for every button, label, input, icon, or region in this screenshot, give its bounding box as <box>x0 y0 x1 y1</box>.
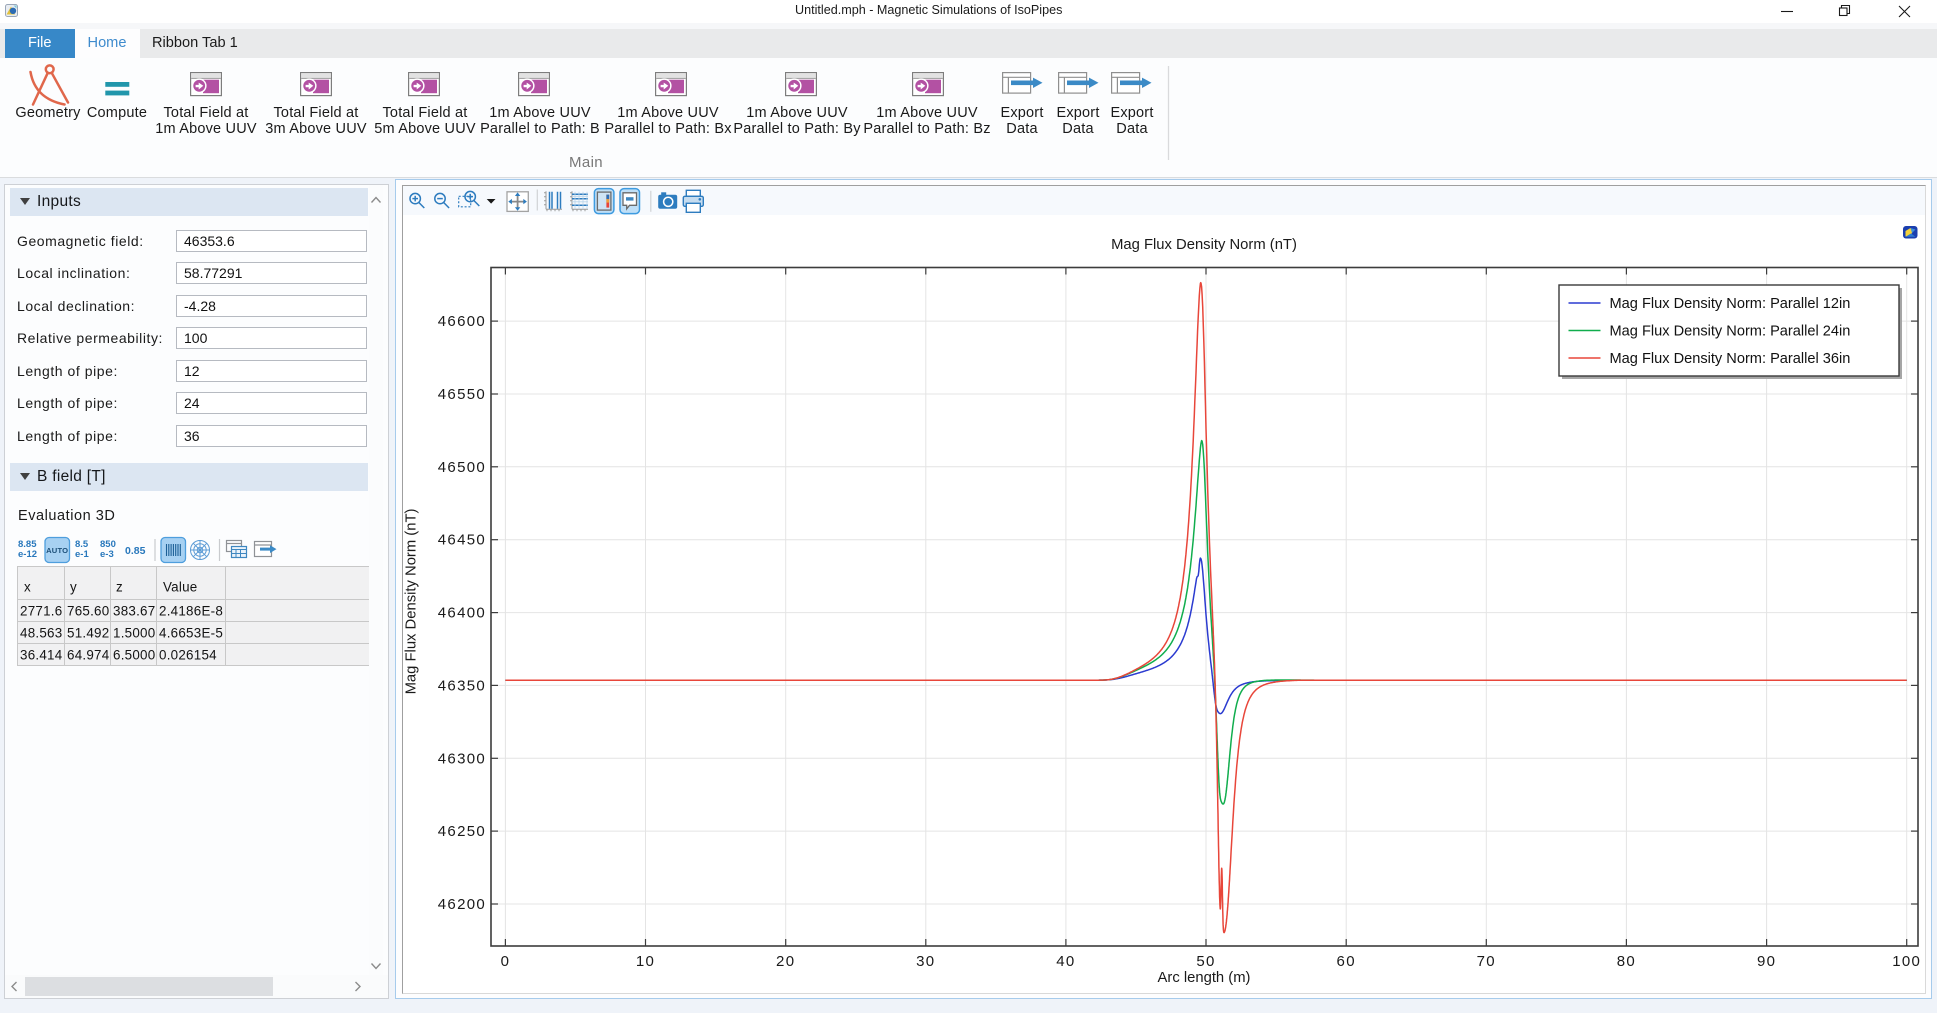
svg-text:70: 70 <box>1477 953 1496 970</box>
svg-text:Mag Flux Density Norm: Paralle: Mag Flux Density Norm: Parallel 24in <box>1610 324 1851 340</box>
svg-text:Mag Flux Density Norm: Paralle: Mag Flux Density Norm: Parallel 12in <box>1610 296 1851 312</box>
svg-text:Mag Flux Density Norm (nT): Mag Flux Density Norm (nT) <box>404 509 420 695</box>
svg-text:46550: 46550 <box>438 386 486 403</box>
svg-text:46450: 46450 <box>438 532 486 549</box>
svg-text:46200: 46200 <box>438 896 486 913</box>
svg-text:0: 0 <box>501 953 511 970</box>
svg-text:10: 10 <box>636 953 655 970</box>
svg-text:40: 40 <box>1056 953 1075 970</box>
svg-text:46350: 46350 <box>438 677 486 694</box>
svg-text:46600: 46600 <box>438 313 486 330</box>
svg-text:46500: 46500 <box>438 459 486 476</box>
svg-text:80: 80 <box>1617 953 1636 970</box>
svg-text:30: 30 <box>916 953 935 970</box>
svg-text:Mag Flux Density Norm: Paralle: Mag Flux Density Norm: Parallel 36in <box>1610 351 1851 367</box>
svg-text:20: 20 <box>776 953 795 970</box>
svg-text:100: 100 <box>1892 953 1921 970</box>
svg-text:46300: 46300 <box>438 750 486 767</box>
svg-text:Mag Flux Density Norm (nT): Mag Flux Density Norm (nT) <box>1111 237 1297 253</box>
svg-text:90: 90 <box>1757 953 1776 970</box>
svg-text:46250: 46250 <box>438 823 486 840</box>
svg-text:50: 50 <box>1196 953 1215 970</box>
svg-text:Arc length (m): Arc length (m) <box>1158 970 1251 986</box>
svg-text:46400: 46400 <box>438 605 486 622</box>
svg-text:60: 60 <box>1337 953 1356 970</box>
